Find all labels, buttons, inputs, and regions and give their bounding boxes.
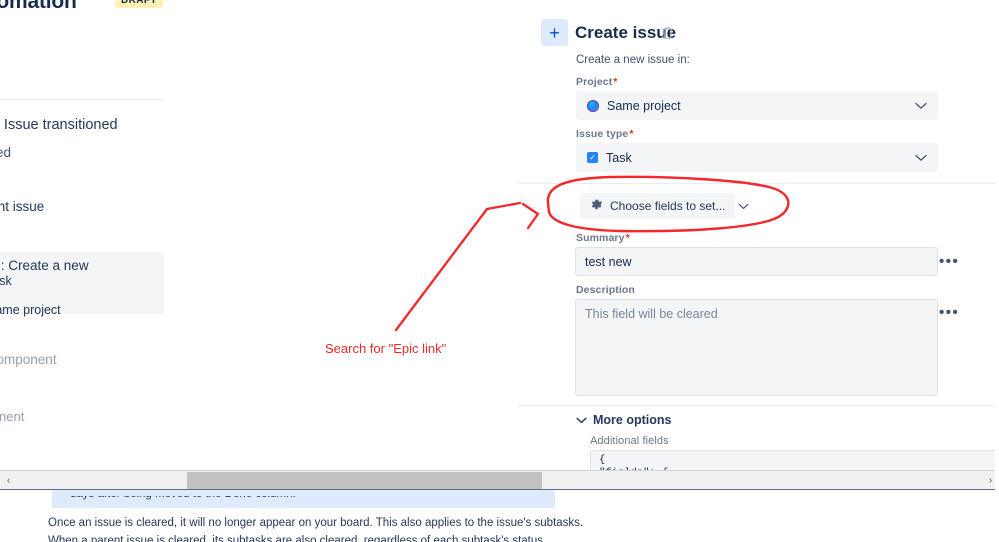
trash-icon[interactable] [661,26,674,45]
add-component-button-secondary[interactable]: component [0,409,24,424]
project-select-value: Same project [607,98,681,113]
project-select[interactable]: Same project [576,91,938,120]
chevron-down-icon [738,199,749,213]
then-card-heading: Then: Create a new [0,258,89,273]
summary-label: Summary* [576,232,630,244]
automation-rule-sidebar: Automation DRAFT ew details it log When:… [0,0,300,470]
annotation-arrow-shaft [394,201,522,332]
gear-icon [590,198,603,214]
then-card-connector: in [0,288,156,302]
trigger-title[interactable]: When: Issue transitioned [0,117,118,133]
issue-type-label: Issue type* [576,128,634,140]
panel-divider [518,183,999,184]
underlying-help-article: days after being moved to the Done colum… [0,490,999,542]
chevron-down-icon [915,99,927,113]
plus-icon[interactable]: + [541,19,568,46]
add-component-button[interactable]: Add component [0,352,57,367]
sidebar-divider [0,99,164,100]
then-card-project: Same project [0,303,156,317]
scroll-left-arrow[interactable]: ‹ [0,471,17,491]
help-paragraph: Once an issue is cleared, it will no lon… [48,517,584,542]
then-card-issue-type: ✓ Task [0,274,156,288]
choose-fields-label: Choose fields to set... [610,199,726,213]
additional-fields-label: Additional fields [590,435,669,447]
then-card-project-label: Same project [0,303,61,317]
create-issue-panel: + Create issue Create a new issue in: Pr… [518,0,999,472]
horizontal-scrollbar[interactable]: ‹ › [0,470,999,490]
then-create-card[interactable]: Then: Create a new ✓ Task in Same projec… [0,252,164,317]
choose-fields-button[interactable]: Choose fields to set... [580,193,749,219]
description-more-menu[interactable]: ••• [939,305,959,320]
chevron-down-icon [576,413,587,427]
json-line-1: { [599,454,606,466]
more-options-label: More options [593,413,672,427]
window-right-edge [995,0,999,490]
page-title: Automation [0,0,77,13]
scrollbar-track[interactable] [17,471,982,491]
create-issue-intro: Create a new issue in: [576,54,690,66]
description-input[interactable]: This field will be cleared [575,299,938,396]
trigger-subtitle: Finished [0,145,12,160]
description-label: Description [576,284,635,296]
chevron-down-icon [915,151,927,165]
then-card-issue-type-label: Task [0,274,12,288]
project-avatar-icon [587,99,599,112]
issue-type-select[interactable]: ✓ Task [576,143,938,172]
additional-fields-editor[interactable]: { "fields": { [590,450,999,472]
summary-more-menu[interactable]: ••• [939,254,959,269]
issue-type-select-value: Task [606,150,632,165]
status-badge: DRAFT [115,0,163,8]
more-options-toggle[interactable]: More options [576,413,671,427]
scrollbar-thumb[interactable] [187,471,542,489]
task-icon: ✓ [587,152,598,163]
current-issue-label: Current issue [0,199,45,214]
project-label: Project* [576,76,618,88]
annotation-text: Search for "Epic link" [325,341,447,356]
panel-divider-2 [518,405,999,406]
summary-input[interactable]: test new [575,247,938,276]
